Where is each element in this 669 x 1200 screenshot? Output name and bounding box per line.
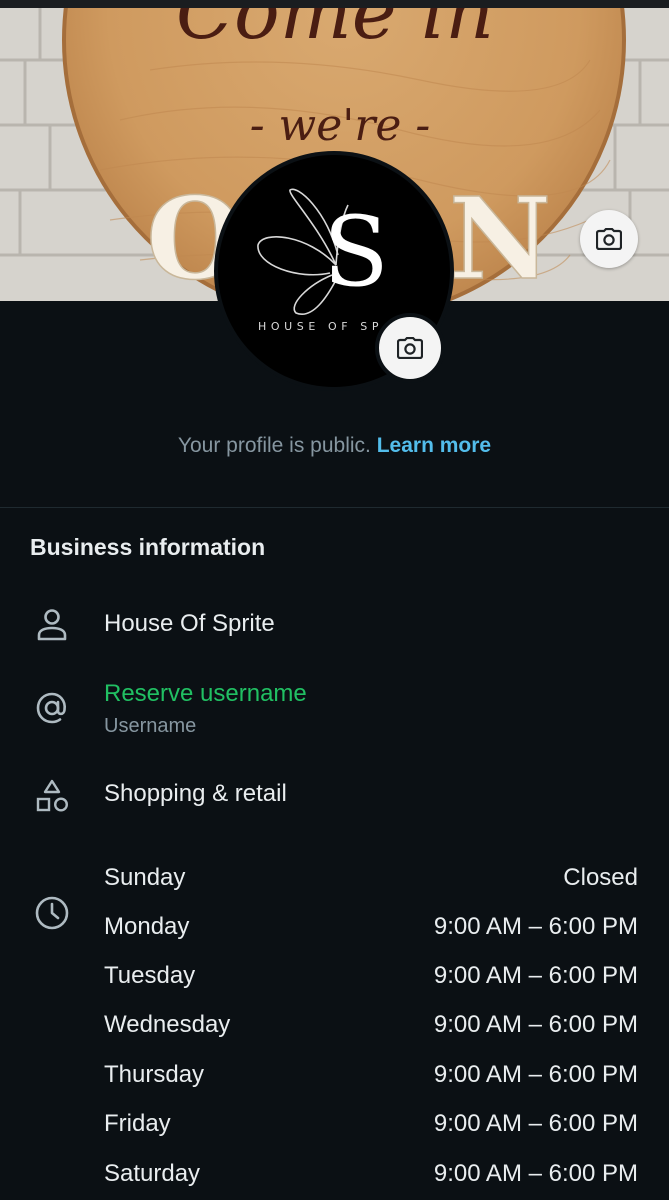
hours-day-friday: Friday [104, 1110, 171, 1137]
hours-time-sunday: Closed [563, 864, 638, 891]
public-note-text: Your profile is public. [177, 434, 371, 457]
hours-day-thursday: Thursday [104, 1061, 205, 1088]
status-strip [0, 0, 669, 8]
username-label: Username [104, 715, 197, 737]
clock-icon [30, 891, 74, 935]
business-name[interactable]: House Of Sprite [104, 610, 275, 638]
learn-more-link[interactable]: Learn more [377, 434, 491, 457]
hours-time-monday: 9:00 AM – 6:00 PM [433, 913, 638, 940]
hours-day-sunday: Sunday [104, 864, 186, 891]
camera-icon [596, 228, 622, 250]
hours-time-wednesday: 9:00 AM – 6:00 PM [433, 1011, 638, 1038]
shapes-icon [30, 774, 74, 818]
avatar-brand-text: HOUSE OF SP [258, 320, 384, 333]
cover-sign-line1: Come in [176, 0, 494, 56]
hours-time-friday: 9:00 AM – 6:00 PM [433, 1110, 638, 1137]
reserve-username-link[interactable]: Reserve username [104, 680, 307, 708]
business-category[interactable]: Shopping & retail [104, 780, 287, 808]
hours-day-tuesday: Tuesday [104, 962, 196, 989]
section-title: Business information [30, 534, 266, 560]
at-sign-icon [30, 686, 74, 730]
business-profile-screen: Come in - we're - O N S HOUSE OF SP Your… [0, 0, 669, 1200]
cover-sign-letter-n: N [449, 174, 551, 301]
camera-icon [397, 337, 423, 359]
cover-sign-line2: - we're - [250, 100, 431, 151]
hours-day-saturday: Saturday [104, 1160, 201, 1187]
person-icon [30, 603, 74, 647]
public-profile-note: Your profile is public. Learn more [0, 434, 669, 458]
section-divider [0, 507, 669, 508]
hours-time-saturday: 9:00 AM – 6:00 PM [433, 1160, 638, 1187]
avatar-initial: S [323, 196, 389, 308]
hours-day-wednesday: Wednesday [104, 1011, 231, 1038]
hours-time-tuesday: 9:00 AM – 6:00 PM [433, 962, 638, 989]
hours-day-monday: Monday [104, 913, 190, 940]
avatar-camera-button[interactable] [375, 313, 445, 383]
cover-camera-button[interactable] [580, 210, 638, 268]
hours-time-thursday: 9:00 AM – 6:00 PM [433, 1061, 638, 1088]
